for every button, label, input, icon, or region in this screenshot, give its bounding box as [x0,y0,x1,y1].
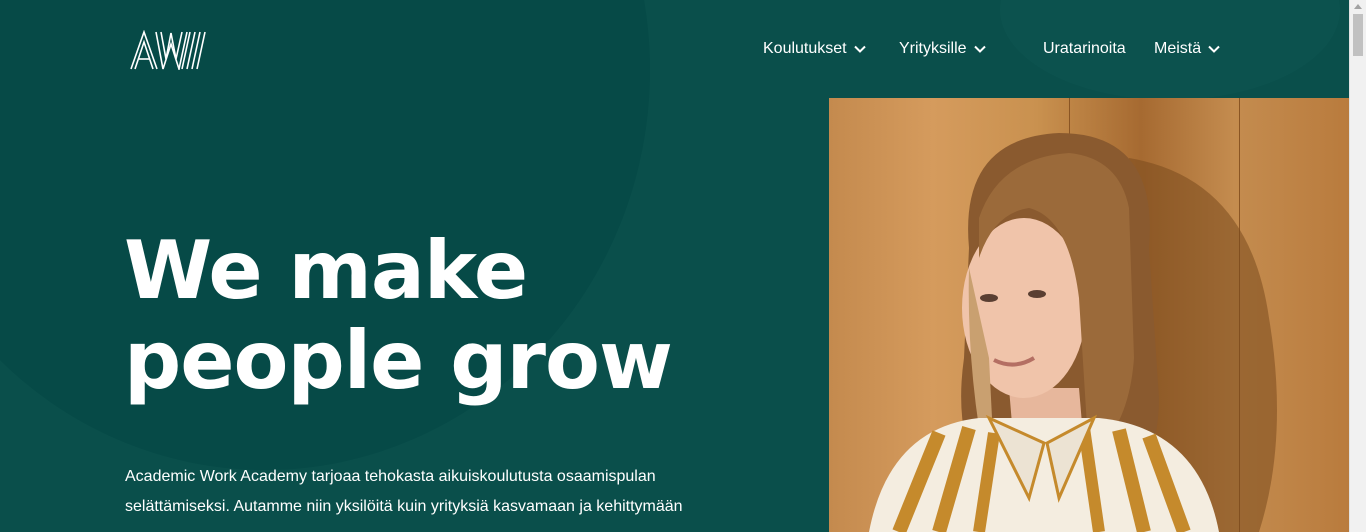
hero-portrait-photo [829,98,1349,532]
page-scrollbar[interactable] [1349,0,1366,532]
nav-yrityksille-label: Yrityksille [899,40,967,57]
chevron-down-icon [973,45,986,53]
nav-yrityksille[interactable]: Yrityksille [899,38,987,60]
hero-headline: We make people grow [124,226,744,406]
hero-intro-text: Academic Work Academy tarjoaa tehokasta … [125,468,683,515]
hero-headline-line-1: We make [124,224,528,317]
nav-koulutukset-label: Koulutukset [763,40,847,57]
scrollbar-thumb[interactable] [1353,14,1363,56]
nav-meista[interactable]: Meistä [1154,38,1221,60]
chevron-down-icon [853,45,866,53]
portrait-illustration [869,133,1277,532]
chevron-down-icon [1208,45,1220,53]
scroll-up-arrow-icon[interactable] [1354,4,1362,9]
nav-uratarinoita[interactable]: Uratarinoita [1043,38,1126,60]
page: Koulutukset Yrityksille Uratarinoita Mei… [0,0,1366,532]
nav-uratarinoita-label: Uratarinoita [1043,40,1126,57]
aw-logo[interactable] [130,29,206,73]
nav-meista-label: Meistä [1154,40,1202,57]
nav-koulutukset[interactable]: Koulutukset [763,38,867,60]
aw-logo-mark [130,29,206,73]
hero-headline-line-2: people grow [124,314,673,407]
